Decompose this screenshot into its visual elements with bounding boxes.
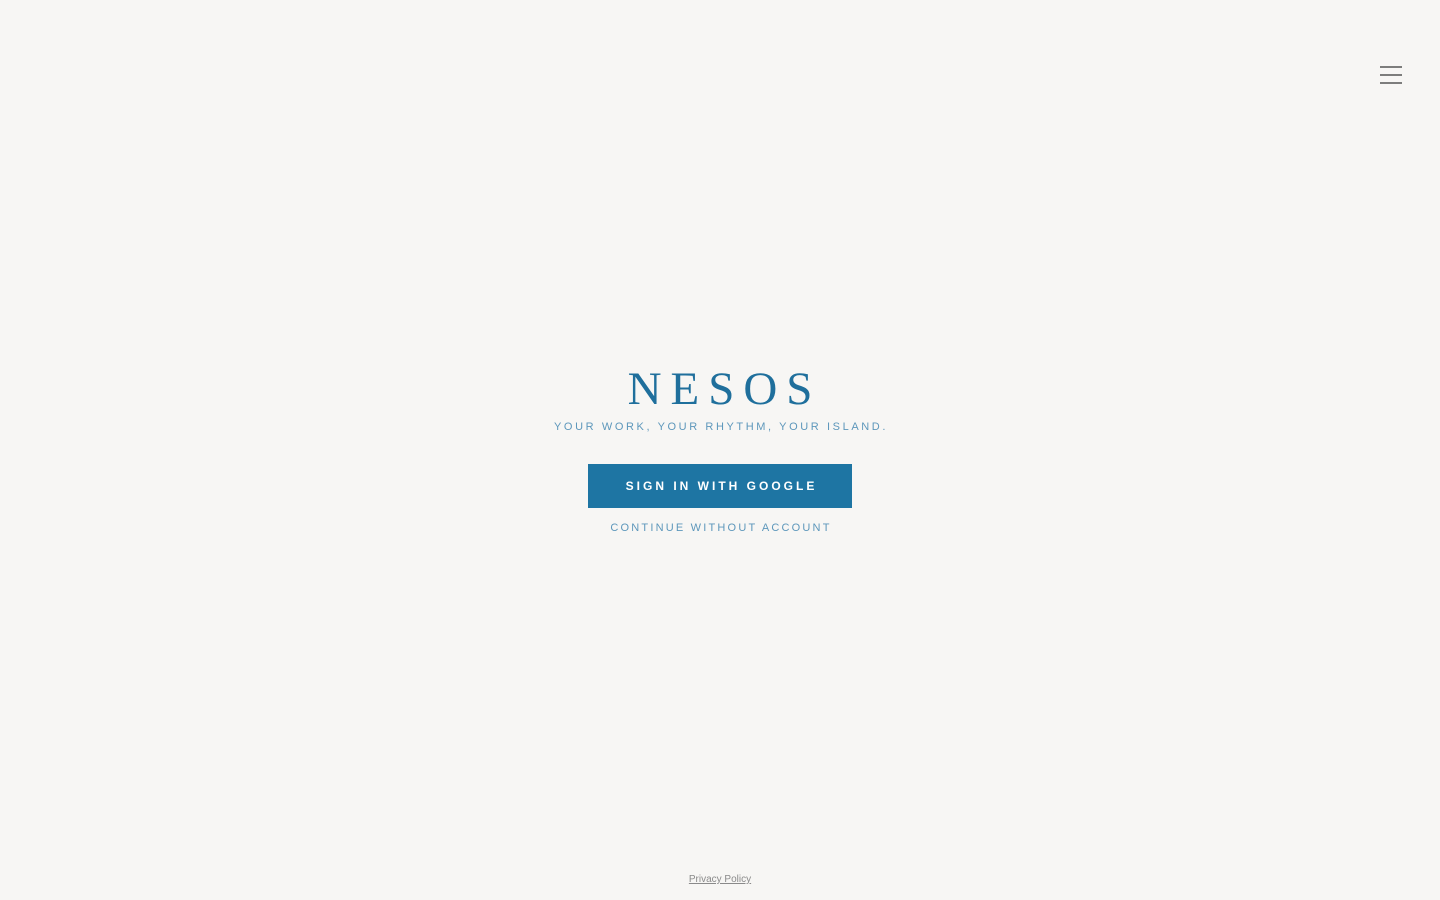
google-signin-button[interactable]: SIGN IN WITH GOOGLE	[588, 464, 852, 508]
brand-tagline: YOUR WORK, YOUR RHYTHM, YOUR ISLAND.	[554, 421, 888, 433]
hamburger-menu-icon	[1380, 66, 1402, 84]
brand-logo: NESOS	[627, 363, 822, 415]
footer: Privacy Policy	[0, 869, 1440, 887]
privacy-policy-link[interactable]: Privacy Policy	[689, 874, 751, 885]
menu-button[interactable]	[1376, 62, 1406, 88]
continue-without-account-link[interactable]: CONTINUE WITHOUT ACCOUNT	[610, 521, 831, 535]
login-page: NESOS YOUR WORK, YOUR RHYTHM, YOUR ISLAN…	[0, 0, 1440, 900]
login-panel: NESOS YOUR WORK, YOUR RHYTHM, YOUR ISLAN…	[0, 366, 1440, 535]
